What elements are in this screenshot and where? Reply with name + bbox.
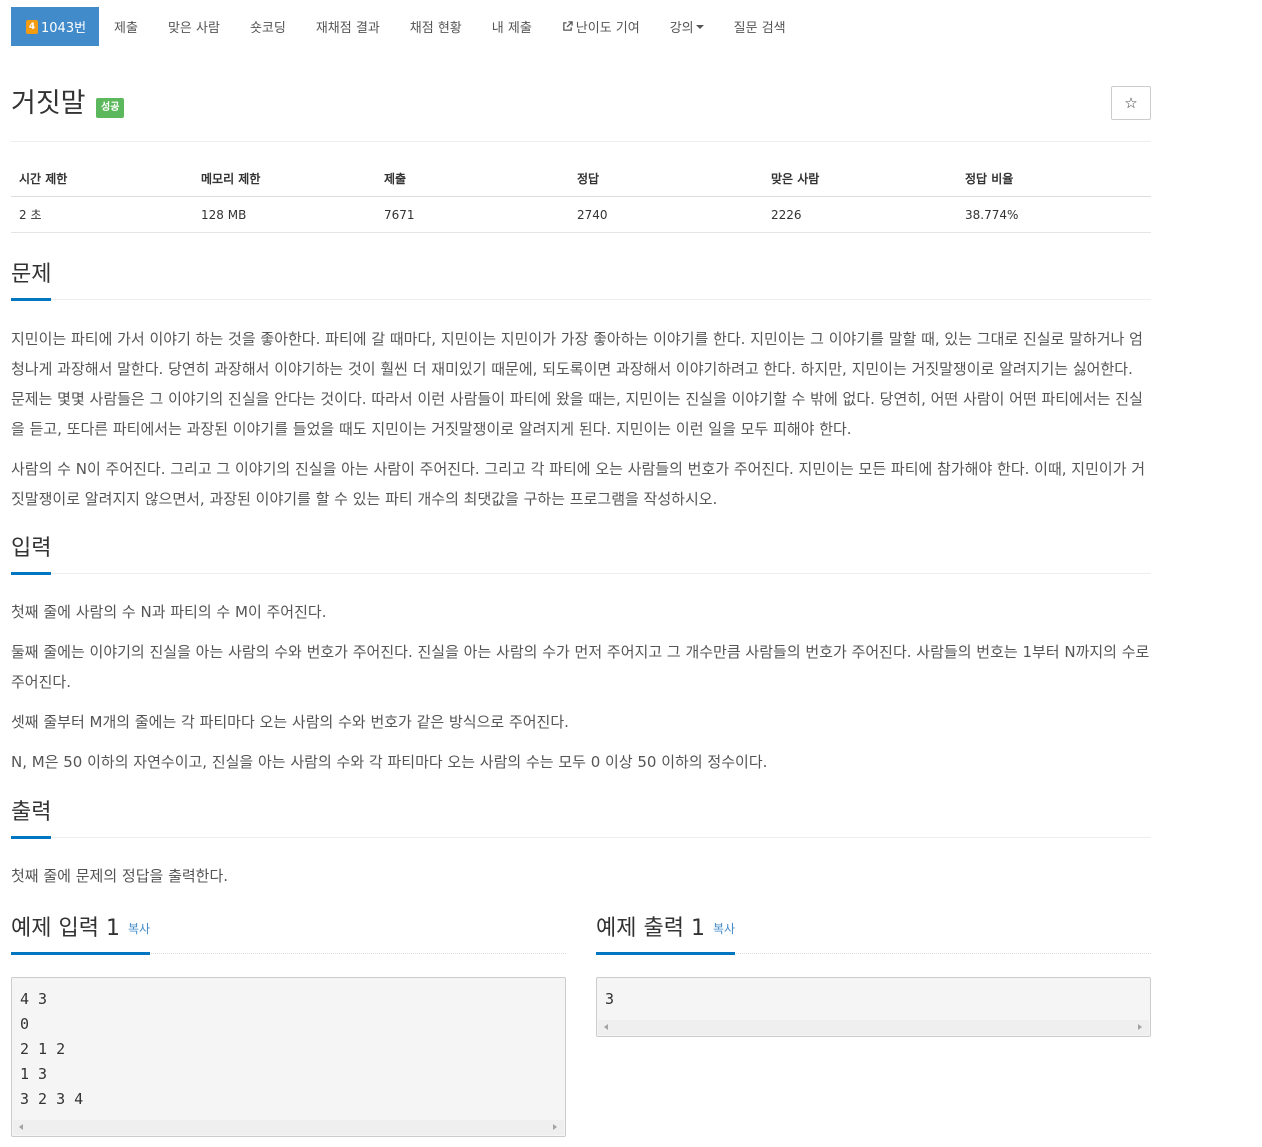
copy-sample-input-button[interactable]: 복사 — [128, 922, 150, 936]
sample-input-box: 4 3 0 2 1 2 1 3 3 2 3 4 — [11, 977, 566, 1137]
star-button[interactable]: ☆ — [1111, 86, 1151, 120]
header-accept-rate: 정답 비율 — [957, 160, 1151, 197]
tier-icon: 4 — [26, 19, 38, 34]
problem-info-table: 시간 제한 메모리 제한 제출 정답 맞은 사람 정답 비율 2 초 128 M… — [11, 160, 1151, 233]
input-title: 입력 — [11, 534, 52, 575]
input-paragraph: 셋째 줄부터 M개의 줄에는 각 파티마다 오는 사람의 수와 번호가 같은 방… — [11, 713, 569, 731]
header-time-limit: 시간 제한 — [11, 160, 193, 197]
tab-question-search[interactable]: 질문 검색 — [719, 7, 801, 46]
tab-status[interactable]: 채점 현황 — [395, 7, 477, 46]
input-paragraph: 첫째 줄에 사람의 수 N과 파티의 수 M이 주어진다. — [11, 603, 327, 621]
description-paragraph: 지민이는 파티에 가서 이야기 하는 것을 좋아한다. 파티에 갈 때마다, 지… — [11, 330, 1143, 438]
copy-sample-output-button[interactable]: 복사 — [713, 922, 735, 936]
chevron-down-icon — [695, 24, 704, 29]
status-badge: 성공 — [96, 98, 125, 118]
description-title: 문제 — [11, 260, 52, 301]
header-memory-limit: 메모리 제한 — [193, 160, 376, 197]
tab-difficulty-contribution[interactable]: 난이도 기여 — [547, 7, 655, 46]
sample-input-text: 4 3 0 2 1 2 1 3 3 2 3 4 — [20, 990, 84, 1108]
scroll-left-icon[interactable] — [19, 1124, 23, 1130]
header-submissions: 제출 — [376, 160, 569, 197]
problem-menu: 4 1043번 제출 맞은 사람 숏코딩 재채점 결과 채점 현황 내 제출 난… — [11, 7, 801, 46]
scroll-right-icon[interactable] — [553, 1124, 557, 1130]
value-accept-rate: 38.774% — [957, 196, 1151, 233]
value-accepted-users: 2226 — [763, 196, 957, 233]
tab-problem-label: 1043번 — [41, 21, 87, 36]
value-memory-limit: 128 MB — [193, 196, 376, 233]
sample-output-title: 예제 출력 1 복사 — [596, 914, 736, 955]
tab-accepted-users[interactable]: 맞은 사람 — [153, 7, 235, 46]
description-paragraph: 사람의 수 N이 주어진다. 그리고 그 이야기의 진실을 아는 사람이 주어진… — [11, 460, 1146, 508]
input-paragraph: N, M은 50 이하의 자연수이고, 진실을 아는 사람의 수와 각 파티마다… — [11, 753, 768, 771]
tab-submit[interactable]: 제출 — [99, 7, 153, 46]
tab-difficulty-label: 난이도 기여 — [575, 21, 640, 36]
title-row: 거짓말 성공 ☆ — [11, 86, 1151, 142]
tab-lectures-dropdown[interactable]: 강의 — [655, 7, 719, 46]
sample-output-heading: 예제 출력 1 복사 — [596, 914, 1151, 955]
header-accepted-users: 맞은 사람 — [763, 160, 957, 197]
output-heading: 출력 — [11, 798, 1151, 839]
scroll-right-icon[interactable] — [1138, 1024, 1142, 1030]
tab-my-submissions[interactable]: 내 제출 — [477, 7, 547, 46]
external-link-icon — [562, 21, 573, 31]
input-heading: 입력 — [11, 534, 1151, 575]
output-title: 출력 — [11, 798, 52, 839]
sample-input-label: 예제 입력 1 — [11, 916, 120, 941]
star-icon: ☆ — [1124, 94, 1138, 112]
tab-problem[interactable]: 4 1043번 — [11, 7, 100, 46]
table-row: 2 초 128 MB 7671 2740 2226 38.774% — [11, 196, 1151, 233]
sample-input-heading: 예제 입력 1 복사 — [11, 914, 566, 955]
output-paragraph: 첫째 줄에 문제의 정답을 출력한다. — [11, 867, 229, 885]
tab-lectures-label: 강의 — [669, 21, 694, 36]
sample-output-text: 3 — [605, 990, 615, 1008]
tab-rejudge-result[interactable]: 재채점 결과 — [301, 7, 395, 46]
page-title: 거짓말 — [11, 88, 86, 119]
scroll-left-icon[interactable] — [604, 1024, 608, 1030]
value-accepted: 2740 — [569, 196, 763, 233]
sample-input-title: 예제 입력 1 복사 — [11, 914, 151, 955]
horizontal-scrollbar[interactable] — [13, 1120, 564, 1135]
value-submissions: 7671 — [376, 196, 569, 233]
value-time-limit: 2 초 — [11, 196, 193, 233]
sample-output-box: 3 — [596, 977, 1151, 1037]
header-accepted: 정답 — [569, 160, 763, 197]
sample-output-label: 예제 출력 1 — [596, 916, 705, 941]
tab-short-coding[interactable]: 숏코딩 — [235, 7, 301, 46]
description-heading: 문제 — [11, 260, 1151, 301]
horizontal-scrollbar[interactable] — [598, 1020, 1149, 1035]
input-paragraph: 둘째 줄에는 이야기의 진실을 아는 사람의 수와 번호가 주어진다. 진실을 … — [11, 643, 1150, 691]
